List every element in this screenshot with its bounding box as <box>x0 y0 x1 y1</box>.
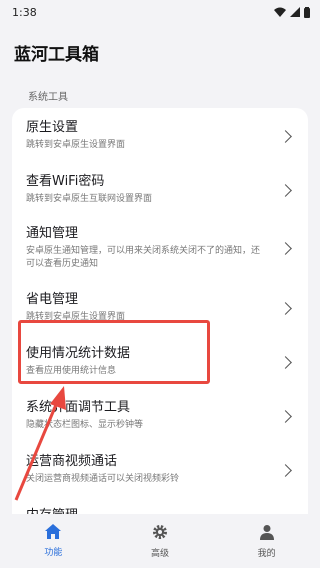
gear-icon <box>153 524 167 539</box>
nav-label: 高级 <box>151 548 170 559</box>
nav-label: 功能 <box>44 548 63 558</box>
nav-label: 我的 <box>257 548 276 559</box>
nav-tab-profile[interactable]: 我的 <box>213 514 320 568</box>
home-icon <box>45 524 62 539</box>
annotation-arrow <box>14 386 66 501</box>
nav-tab-features[interactable]: 功能 <box>0 514 107 568</box>
bottom-nav: 功能 高级 我的 <box>0 514 320 568</box>
nav-tab-advanced[interactable]: 高级 <box>107 514 214 568</box>
person-icon <box>259 524 274 540</box>
